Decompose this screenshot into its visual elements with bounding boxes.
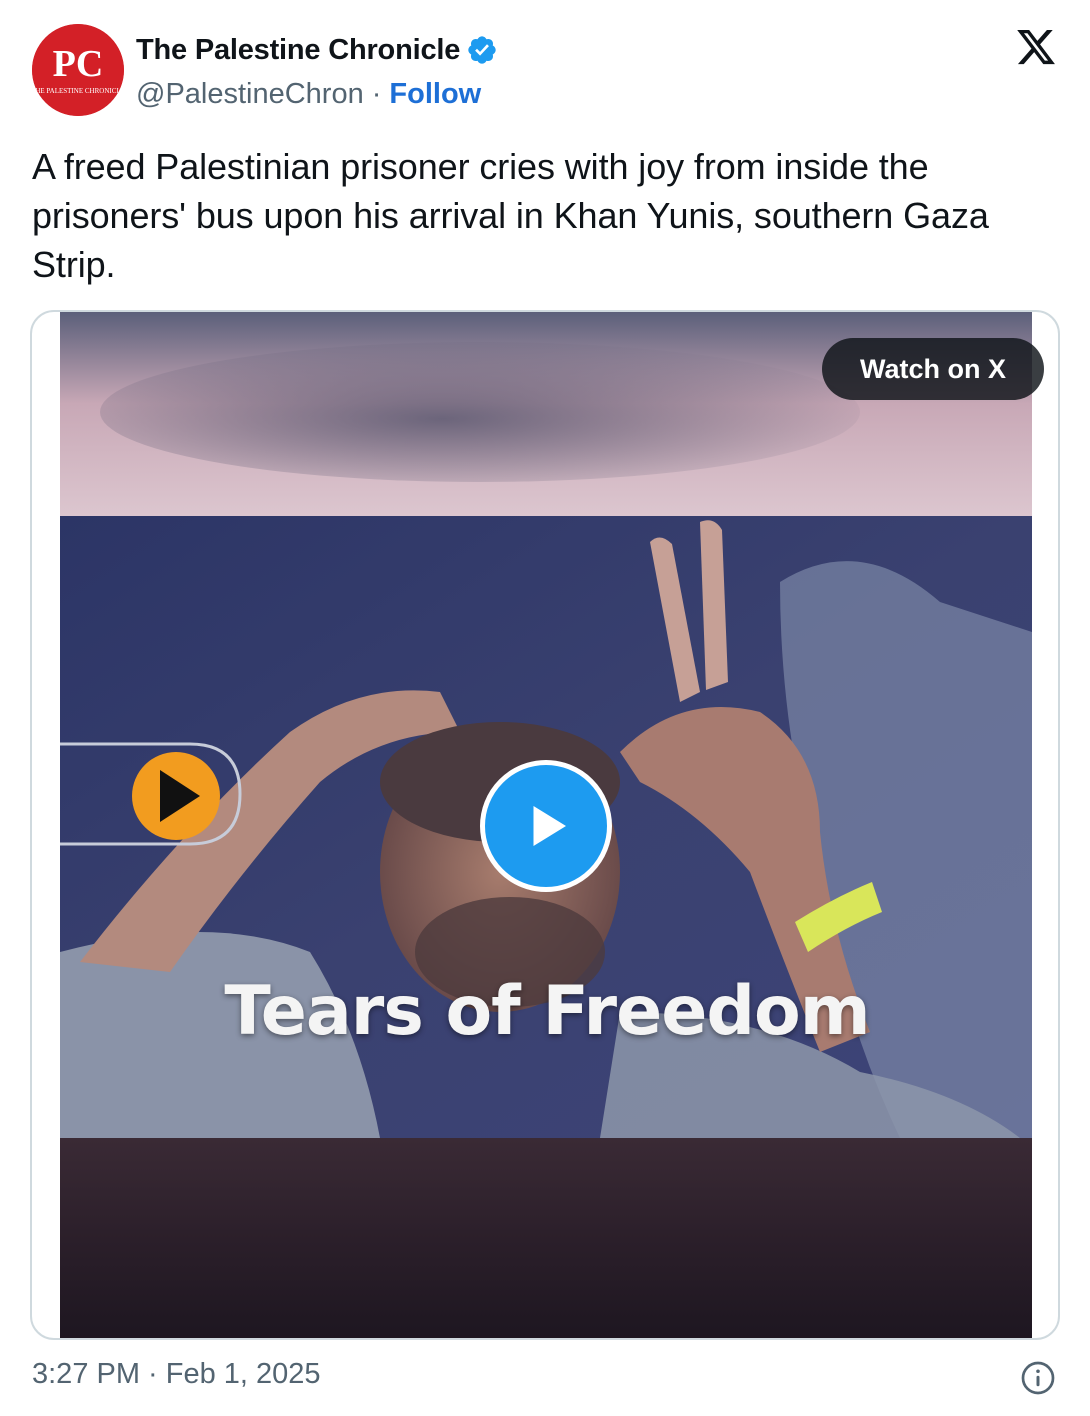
tweet-timestamp[interactable]: 3:27 PM · Feb 1, 2025	[32, 1358, 321, 1391]
author-display-name[interactable]: The Palestine Chronicle	[136, 34, 460, 67]
avatar-letters: PC	[53, 43, 104, 85]
follow-button[interactable]: Follow	[389, 78, 481, 111]
author-handle-row: @PalestineChron · Follow	[136, 74, 481, 114]
author-handle[interactable]: @PalestineChron	[136, 78, 364, 111]
handle-separator: ·	[371, 77, 382, 110]
watch-on-x-button[interactable]: Watch on X	[822, 338, 1044, 400]
video-overlay-title: Tears of Freedom	[224, 972, 870, 1051]
author-name-row: The Palestine Chronicle	[136, 30, 498, 70]
tweet-text: A freed Palestinian prisoner cries with …	[32, 146, 989, 285]
avatar[interactable]: PC THE PALESTINE CHRONICLE	[32, 24, 124, 116]
avatar-subtext: THE PALESTINE CHRONICLE	[32, 87, 124, 95]
play-button[interactable]	[480, 760, 612, 892]
video-card[interactable]: Watch on X Tears of Freedom	[30, 310, 1060, 1340]
x-logo-icon[interactable]	[1014, 26, 1058, 68]
verified-badge-icon	[466, 34, 498, 66]
tweet-embed: PC THE PALESTINE CHRONICLE The Palestine…	[0, 0, 1090, 1416]
play-icon	[533, 806, 566, 846]
info-icon[interactable]	[1020, 1360, 1056, 1396]
